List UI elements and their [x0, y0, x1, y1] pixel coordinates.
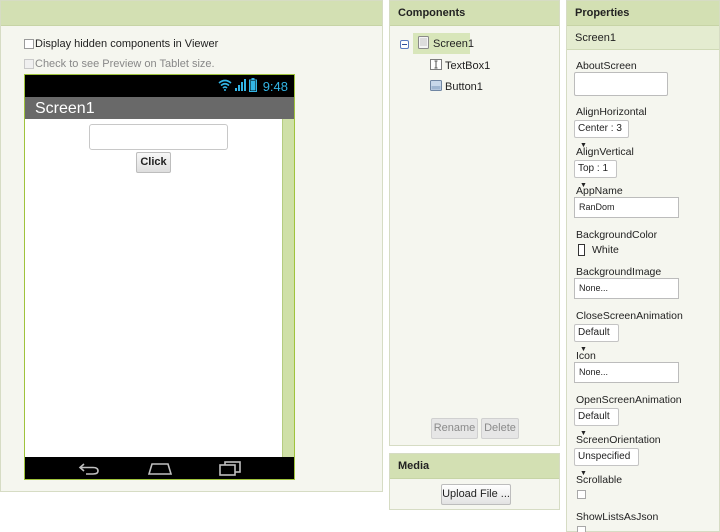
scrollable-checkbox[interactable] — [577, 490, 586, 499]
battery-icon — [248, 78, 257, 95]
align-vertical-select[interactable]: Top : 1 ▼ — [574, 160, 617, 189]
collapse-icon[interactable] — [400, 40, 409, 49]
tree-item-label: Button1 — [445, 81, 483, 93]
delete-button[interactable]: Delete — [481, 418, 519, 439]
properties-panel: Properties Screen1 AboutScreen AlignHori… — [566, 0, 720, 532]
checkbox-box[interactable] — [24, 59, 34, 69]
about-screen-textarea[interactable] — [574, 72, 668, 96]
tree-item-button1[interactable]: Button1 — [430, 78, 483, 96]
show-lists-as-json-checkbox[interactable] — [577, 526, 586, 532]
phone-preview: 9:48 Screen1 Click — [24, 74, 295, 480]
screen-scroll-strip — [282, 119, 294, 457]
screen-title: Screen1 — [25, 97, 294, 119]
align-horizontal-select[interactable]: Center : 3 ▼ — [574, 120, 629, 149]
status-clock: 9:48 — [262, 79, 288, 94]
components-panel: Components Screen1 TextBox1 Button1 Rena… — [389, 0, 560, 446]
back-icon — [78, 460, 100, 479]
about-screen-label: AboutScreen — [576, 60, 637, 72]
wifi-icon — [218, 79, 232, 94]
checkbox-box[interactable] — [24, 39, 34, 49]
display-hidden-components-checkbox[interactable]: Display hidden components in Viewer — [24, 38, 218, 50]
display-hidden-components-label: Display hidden components in Viewer — [35, 38, 219, 50]
align-vertical-value: Top : 1 — [578, 163, 609, 174]
recent-apps-icon — [218, 460, 242, 479]
status-bar: 9:48 — [25, 75, 294, 97]
selected-component-name: Screen1 — [567, 26, 719, 50]
app-name-label: AppName — [576, 185, 623, 197]
textbox-icon — [430, 59, 442, 73]
navigation-bar — [25, 457, 294, 479]
align-vertical-label: AlignVertical — [576, 146, 634, 158]
signal-icon — [234, 79, 246, 94]
home-icon — [147, 460, 173, 479]
scrollable-label: Scrollable — [576, 474, 623, 486]
screen-orientation-value: Unspecified — [578, 451, 631, 462]
textbox1-preview[interactable] — [89, 124, 228, 150]
screen-canvas[interactable]: Click — [25, 119, 294, 457]
align-horizontal-value: Center : 3 — [578, 123, 622, 134]
tree-item-label: TextBox1 — [445, 60, 491, 72]
screen-icon — [418, 35, 429, 52]
icon-picker[interactable]: None... — [574, 362, 679, 383]
app-name-input[interactable]: RanDom — [574, 197, 679, 218]
upload-file-button[interactable]: Upload File ... — [441, 484, 511, 505]
tablet-preview-checkbox[interactable]: Check to see Preview on Tablet size. — [24, 58, 215, 70]
button-icon — [430, 80, 442, 94]
rename-button[interactable]: Rename — [431, 418, 478, 439]
tree-item-textbox1[interactable]: TextBox1 — [430, 57, 490, 75]
tablet-preview-label: Check to see Preview on Tablet size. — [35, 58, 215, 70]
close-screen-animation-value: Default — [578, 327, 610, 338]
open-screen-animation-label: OpenScreenAnimation — [576, 394, 682, 406]
tree-item-screen1[interactable]: Screen1 — [413, 33, 474, 54]
close-screen-animation-label: CloseScreenAnimation — [576, 310, 683, 322]
show-lists-as-json-label: ShowListsAsJson — [576, 511, 659, 523]
components-header: Components — [390, 1, 559, 26]
background-color-value[interactable]: White — [592, 244, 619, 256]
background-color-label: BackgroundColor — [576, 229, 658, 241]
icon-label: Icon — [576, 350, 596, 362]
open-screen-animation-value: Default — [578, 411, 610, 422]
button1-preview[interactable]: Click — [136, 152, 171, 173]
close-screen-animation-select[interactable]: Default ▼ — [574, 324, 619, 353]
screen-orientation-select[interactable]: Unspecified ▼ — [574, 448, 639, 477]
open-screen-animation-select[interactable]: Default ▼ — [574, 408, 619, 437]
tree-item-label: Screen1 — [433, 37, 474, 50]
properties-header: Properties — [567, 1, 719, 26]
viewer-panel: Display hidden components in Viewer Chec… — [0, 0, 383, 492]
align-horizontal-label: AlignHorizontal — [576, 106, 647, 118]
background-color-swatch[interactable] — [578, 244, 585, 256]
background-image-label: BackgroundImage — [576, 266, 662, 278]
background-image-picker[interactable]: None... — [574, 278, 679, 299]
media-panel: Media Upload File ... — [389, 453, 560, 510]
media-header: Media — [390, 454, 559, 479]
screen-orientation-label: ScreenOrientation — [576, 434, 661, 446]
viewer-header — [1, 1, 382, 26]
